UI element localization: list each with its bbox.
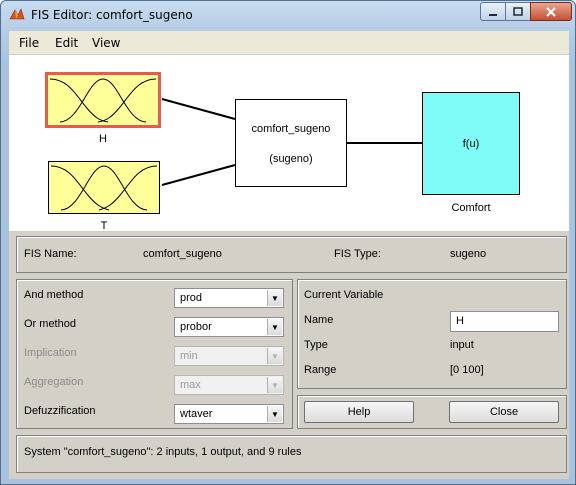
- help-button[interactable]: Help: [304, 401, 414, 423]
- defuzzification-value: wtaver: [180, 408, 213, 420]
- membership-functions-icon: [50, 165, 158, 211]
- aggregation-label: Aggregation: [24, 376, 84, 388]
- window-title: FIS Editor: comfort_sugeno: [31, 8, 193, 22]
- fis-editor-window: FIS Editor: comfort_sugeno File Edit Vie…: [0, 0, 576, 485]
- and-method-label: And method: [24, 289, 84, 301]
- variable-name-label: Name: [304, 314, 334, 326]
- input-label-h: H: [99, 133, 107, 145]
- defuzzification-label: Defuzzification: [24, 405, 96, 417]
- aggregation-select: max ▼: [174, 375, 284, 395]
- input-variable-h[interactable]: [45, 72, 161, 128]
- input-label-t: T: [100, 220, 108, 232]
- chevron-down-icon: ▼: [267, 348, 282, 364]
- buttons-panel: Help Close: [297, 395, 567, 429]
- minimize-icon: [489, 13, 497, 16]
- fis-name-value: comfort_sugeno: [143, 248, 222, 260]
- output-variable-comfort[interactable]: f(u): [422, 92, 520, 195]
- or-method-label: Or method: [24, 318, 76, 330]
- fis-info-panel: FIS Name: comfort_sugeno FIS Type: sugen…: [16, 236, 567, 273]
- chevron-down-icon: ▼: [267, 319, 282, 335]
- fis-type-value: sugeno: [450, 248, 487, 260]
- current-variable-title: Current Variable: [304, 289, 384, 301]
- output-label: Comfort: [451, 202, 491, 214]
- implication-value: min: [180, 350, 198, 362]
- output-function: f(u): [462, 138, 480, 150]
- current-variable-panel: Current Variable Name H Type input Range…: [297, 279, 567, 389]
- matlab-icon: [9, 8, 25, 20]
- close-icon: [546, 6, 556, 17]
- fis-type-label: FIS Type:: [334, 248, 381, 260]
- status-text: System "comfort_sugeno": 2 inputs, 1 out…: [24, 446, 302, 458]
- membership-functions-icon: [49, 78, 157, 123]
- minimize-button[interactable]: [480, 2, 506, 21]
- and-method-value: prod: [180, 292, 203, 304]
- maximize-icon: [513, 6, 523, 16]
- aggregation-value: max: [180, 379, 201, 391]
- menu-view[interactable]: View: [92, 36, 120, 50]
- maximize-button[interactable]: [505, 2, 531, 21]
- variable-name-value: H: [456, 315, 464, 327]
- menu-file[interactable]: File: [19, 36, 39, 50]
- close-window-button[interactable]: [530, 2, 572, 21]
- implication-label: Implication: [24, 347, 77, 359]
- variable-name-input[interactable]: H: [450, 311, 559, 332]
- variable-type-value: input: [450, 339, 474, 351]
- fis-system-block[interactable]: comfort_sugeno (sugeno): [235, 99, 347, 187]
- client-area: H T comfort_sugeno (sugeno) f(u) Comfort…: [9, 55, 569, 479]
- fis-name-label: FIS Name:: [24, 248, 77, 260]
- chevron-down-icon: ▼: [267, 406, 282, 422]
- defuzzification-select[interactable]: wtaver ▼: [174, 404, 284, 424]
- and-method-select[interactable]: prod ▼: [174, 288, 284, 308]
- fis-diagram: H T comfort_sugeno (sugeno) f(u) Comfort: [9, 55, 569, 232]
- methods-panel: And method prod ▼ Or method probor ▼ Imp…: [16, 279, 293, 429]
- or-method-select[interactable]: probor ▼: [174, 317, 284, 337]
- implication-select: min ▼: [174, 346, 284, 366]
- system-type: (sugeno): [269, 153, 313, 165]
- status-panel: System "comfort_sugeno": 2 inputs, 1 out…: [16, 435, 567, 473]
- close-button[interactable]: Close: [449, 401, 559, 423]
- or-method-value: probor: [180, 321, 212, 333]
- variable-range-label: Range: [304, 364, 337, 376]
- variable-range-value: [0 100]: [450, 364, 484, 376]
- chevron-down-icon: ▼: [267, 290, 282, 306]
- title-bar[interactable]: FIS Editor: comfort_sugeno: [1, 1, 575, 29]
- input-variable-t[interactable]: [48, 161, 160, 214]
- menu-edit[interactable]: Edit: [55, 36, 78, 50]
- variable-type-label: Type: [304, 339, 328, 351]
- system-name: comfort_sugeno: [251, 123, 331, 135]
- menu-bar: File Edit View: [9, 31, 569, 55]
- chevron-down-icon: ▼: [267, 377, 282, 393]
